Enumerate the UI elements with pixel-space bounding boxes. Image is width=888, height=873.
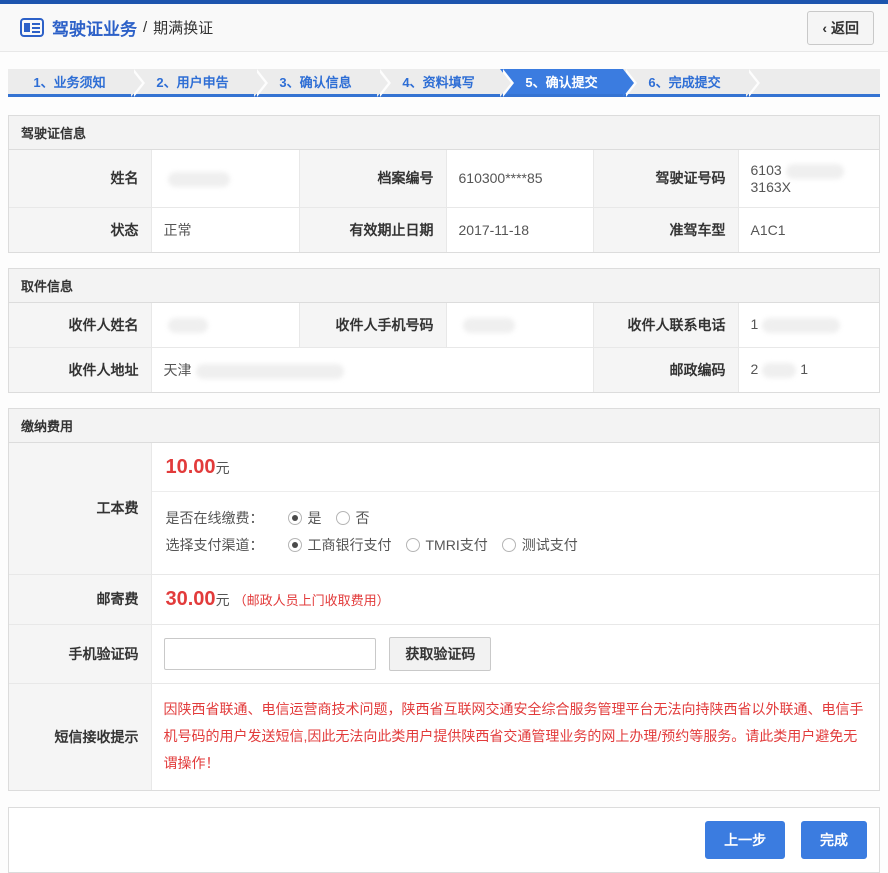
sms-notice-text: 因陕西省联通、电信运营商技术问题，陕西省互联网交通安全综合服务管理平台无法向持陕… (164, 696, 868, 778)
file-no-value: 610300****85 (446, 150, 593, 207)
radio-channel-test-label[interactable]: 测试支付 (522, 535, 578, 555)
fees-table: 工本费 10.00元 是否在线缴费： 是 否 选择支付渠道： (9, 443, 879, 790)
title-separator: / (143, 19, 147, 36)
recipient-mobile-value (446, 303, 593, 348)
pickup-info-section: 取件信息 收件人姓名 收件人手机号码 收件人联系电话 1 收件人地址 天津 邮政… (8, 268, 880, 393)
redacted-name (168, 172, 230, 187)
pickup-info-table: 收件人姓名 收件人手机号码 收件人联系电话 1 收件人地址 天津 邮政编码 21 (9, 303, 879, 392)
name-label: 姓名 (9, 150, 151, 207)
step-3-confirm-info: 3、确认信息 (254, 69, 377, 94)
recipient-phone-label: 收件人联系电话 (593, 303, 738, 348)
postfee-cell: 30.00元（邮政人员上门收取费用） (151, 574, 879, 624)
sms-notice-cell: 因陕西省联通、电信运营商技术问题，陕西省互联网交通安全综合服务管理平台无法向持陕… (151, 683, 879, 789)
file-no-label: 档案编号 (299, 150, 446, 207)
workfee-cell: 10.00元 是否在线缴费： 是 否 选择支付渠道： 工商银行支付 (151, 443, 879, 575)
page-title-primary: 驾驶证业务 (52, 15, 137, 40)
get-captcha-button[interactable]: 获取验证码 (389, 637, 491, 671)
radio-online-yes-label[interactable]: 是 (308, 508, 322, 528)
name-value (151, 150, 299, 207)
back-chevron-icon: ‹ (822, 20, 827, 36)
page-header: 驾驶证业务 / 期满换证 ‹ 返回 (0, 4, 888, 52)
finish-button[interactable]: 完成 (801, 821, 867, 859)
expiry-label: 有效期止日期 (299, 207, 446, 252)
step-6-complete-submit: 6、完成提交 (623, 69, 746, 94)
license-info-section: 驾驶证信息 姓名 档案编号 610300****85 驾驶证号码 6103316… (8, 115, 880, 253)
radio-channel-tmri-label[interactable]: TMRI支付 (426, 535, 488, 555)
vehicle-class-value: A1C1 (738, 207, 879, 252)
radio-channel-tmri[interactable] (406, 538, 420, 552)
workfee-amount: 10.00 (166, 456, 216, 478)
fees-section: 缴纳费用 工本费 10.00元 是否在线缴费： 是 否 选择 (8, 408, 880, 791)
pay-channel-label: 选择支付渠道： (166, 535, 264, 555)
captcha-cell: 获取验证码 (151, 624, 879, 683)
payment-options: 是否在线缴费： 是 否 选择支付渠道： 工商银行支付 TMRI支付 测试支付 (152, 492, 880, 574)
license-info-table: 姓名 档案编号 610300****85 驾驶证号码 61033163X 状态 … (9, 150, 879, 252)
radio-online-yes[interactable] (288, 511, 302, 525)
online-pay-row: 是否在线缴费： 是 否 (166, 508, 866, 528)
table-row: 收件人姓名 收件人手机号码 收件人联系电话 1 (9, 303, 879, 348)
postfee-label: 邮寄费 (9, 574, 151, 624)
postfee-note: （邮政人员上门收取费用） (234, 593, 390, 608)
license-card-icon (20, 18, 44, 37)
radio-online-no-label[interactable]: 否 (356, 508, 370, 528)
redacted-recipient-mobile (463, 318, 515, 333)
pickup-section-title: 取件信息 (9, 269, 879, 303)
page-title-secondary: 期满换证 (153, 17, 213, 38)
redacted-recipient-phone (762, 318, 840, 333)
step-4-fill-data: 4、资料填写 (377, 69, 500, 94)
license-no-value: 61033163X (738, 150, 879, 207)
back-button[interactable]: ‹ 返回 (807, 11, 874, 45)
postal-code-value: 21 (738, 347, 879, 392)
expiry-value: 2017-11-18 (446, 207, 593, 252)
recipient-mobile-label: 收件人手机号码 (299, 303, 446, 348)
status-label: 状态 (9, 207, 151, 252)
vehicle-class-label: 准驾车型 (593, 207, 738, 252)
step-5-confirm-submit-active: 5、确认提交 (500, 69, 623, 94)
online-pay-label: 是否在线缴费： (166, 508, 264, 528)
captcha-input[interactable] (164, 638, 376, 670)
recipient-phone-value: 1 (738, 303, 879, 348)
pay-channel-row: 选择支付渠道： 工商银行支付 TMRI支付 测试支付 (166, 535, 866, 555)
previous-step-button[interactable]: 上一步 (705, 821, 785, 859)
recipient-address-label: 收件人地址 (9, 347, 151, 392)
table-row: 短信接收提示 因陕西省联通、电信运营商技术问题，陕西省互联网交通安全综合服务管理… (9, 683, 879, 789)
table-row: 邮寄费 30.00元（邮政人员上门收取费用） (9, 574, 879, 624)
table-row: 姓名 档案编号 610300****85 驾驶证号码 61033163X (9, 150, 879, 207)
fees-section-title: 缴纳费用 (9, 409, 879, 443)
table-row: 手机验证码 获取验证码 (9, 624, 879, 683)
radio-channel-icbc-label[interactable]: 工商银行支付 (308, 535, 392, 555)
step-2-user-declaration: 2、用户申告 (131, 69, 254, 94)
status-value: 正常 (151, 207, 299, 252)
captcha-label: 手机验证码 (9, 624, 151, 683)
recipient-name-value (151, 303, 299, 348)
redacted-recipient-address (196, 364, 344, 379)
wizard-step-bar: 1、业务须知 2、用户申告 3、确认信息 4、资料填写 5、确认提交 6、完成提… (8, 69, 880, 97)
license-no-label: 驾驶证号码 (593, 150, 738, 207)
table-row: 工本费 10.00元 是否在线缴费： 是 否 选择支付渠道： (9, 443, 879, 575)
workfee-label: 工本费 (9, 443, 151, 575)
radio-channel-icbc[interactable] (288, 538, 302, 552)
table-row: 状态 正常 有效期止日期 2017-11-18 准驾车型 A1C1 (9, 207, 879, 252)
postal-code-label: 邮政编码 (593, 347, 738, 392)
footer-action-bar: 上一步 完成 (8, 807, 880, 873)
step-1-business-notice: 1、业务须知 (8, 69, 131, 94)
postfee-amount: 30.00 (166, 588, 216, 610)
workfee-amount-line: 10.00元 (152, 443, 880, 492)
sms-notice-label: 短信接收提示 (9, 683, 151, 789)
radio-channel-test[interactable] (502, 538, 516, 552)
recipient-name-label: 收件人姓名 (9, 303, 151, 348)
redacted-license-no (786, 164, 844, 179)
license-section-title: 驾驶证信息 (9, 116, 879, 150)
redacted-recipient-name (168, 318, 208, 333)
redacted-postal-code (762, 363, 796, 378)
radio-online-no[interactable] (336, 511, 350, 525)
table-row: 收件人地址 天津 邮政编码 21 (9, 347, 879, 392)
back-button-label: 返回 (831, 18, 859, 38)
recipient-address-value: 天津 (151, 347, 593, 392)
